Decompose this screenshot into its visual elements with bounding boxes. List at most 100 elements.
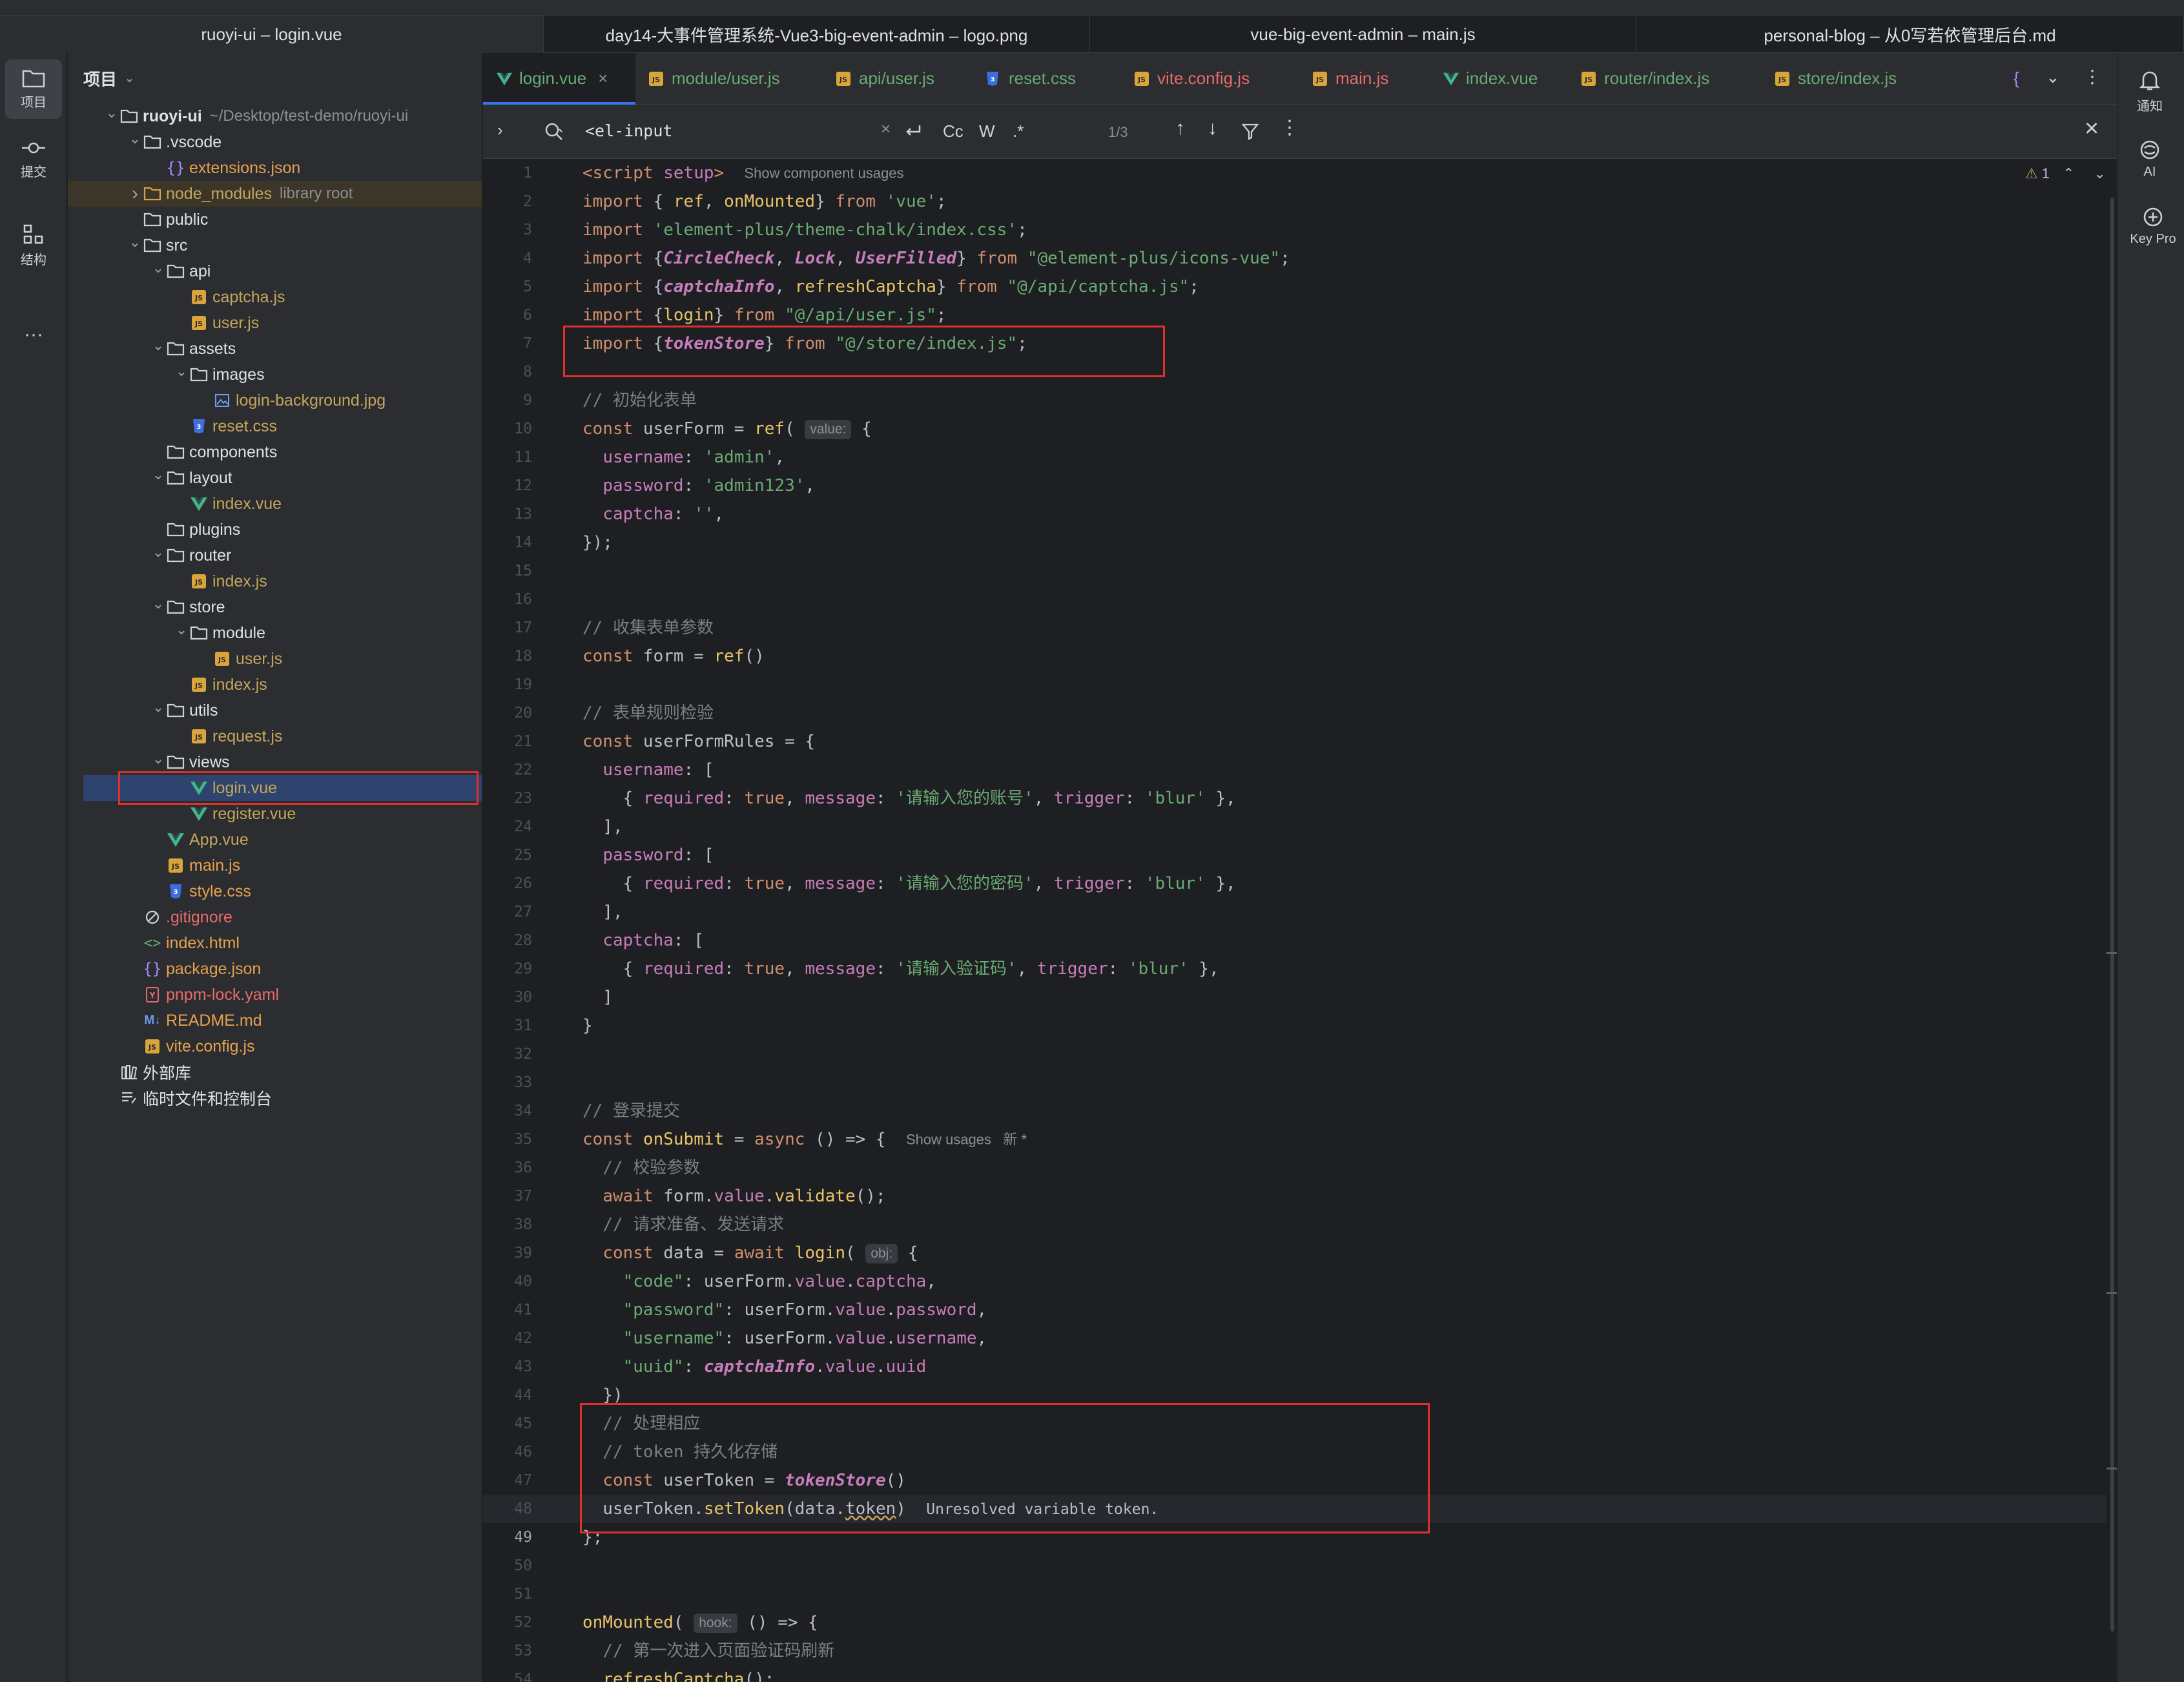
project-panel-header[interactable]: 项目 ⌄ [68, 53, 482, 103]
tree-file[interactable]: M↓ README.md [68, 1008, 482, 1033]
tree-folder[interactable]: ⌄ assets [68, 336, 482, 362]
search-input[interactable]: <el-input [585, 121, 672, 140]
regex-toggle[interactable]: .* [1013, 121, 1024, 141]
search-icon[interactable] [544, 121, 566, 142]
warning-indicator[interactable]: ⚠ 1 ⌃ ⌄ [2025, 165, 2106, 182]
tree-item-label: reset.css [212, 417, 278, 435]
more-tabs-icon[interactable]: { [2014, 68, 2019, 88]
notifications-tool-button[interactable]: 通知 [2121, 62, 2178, 121]
editor-tab[interactable]: JS api/user.js [823, 53, 973, 105]
tree-file[interactable]: JS main.js [68, 853, 482, 878]
chevron-down-icon[interactable]: ⌄ [150, 694, 166, 720]
whole-words-toggle[interactable]: W [979, 121, 995, 141]
code-editor[interactable]: 1 2 3 4 5 6 7 8 9 10 11 12 13 14 15 16 17 18 19 20 21 22 23 24 2… [483, 159, 2117, 1682]
chevron-down-icon[interactable]: ⌄ [150, 746, 166, 772]
tree-item-label: 外部库 [143, 1064, 192, 1083]
line-number: 39 [514, 1245, 532, 1262]
chevron-down-icon[interactable]: ⌄ [174, 617, 189, 643]
chevron-down-icon[interactable]: ⌄ [127, 229, 143, 255]
inlay-hint[interactable]: Show component usages [744, 165, 903, 182]
chevron-down-icon[interactable]: ⌄ [174, 358, 189, 384]
inlay-hint[interactable]: Show usages 新 * [906, 1132, 1027, 1148]
chevron-down-icon[interactable]: ⌄ [150, 539, 166, 565]
clear-search-icon[interactable]: × [881, 119, 891, 139]
keypro-tool-button[interactable]: Key Pro [2121, 196, 2184, 256]
project-tool-button[interactable]: 项目 [5, 59, 62, 119]
tree-file[interactable]: 外部库 [68, 1059, 482, 1085]
tree-folder[interactable]: components [68, 439, 482, 465]
editor-scrollbar[interactable] [2107, 159, 2117, 1682]
tree-file[interactable]: JS index.js [68, 568, 482, 594]
tree-file[interactable]: JS user.js [68, 646, 482, 672]
tree-folder[interactable]: plugins [68, 517, 482, 543]
chevron-down-icon[interactable]: ⌄ [150, 462, 166, 488]
tree-folder[interactable]: › node_modules library root [68, 181, 482, 207]
ai-tool-button[interactable]: AI [2121, 129, 2178, 189]
editor-tab[interactable]: JS router/index.js [1568, 53, 1762, 105]
tree-folder[interactable]: ⌄ ruoyi-ui ~/Desktop/test-demo/ruoyi-ui [68, 103, 482, 129]
editor-tab[interactable]: JS store/index.js [1762, 53, 1953, 105]
tree-folder[interactable]: ⌄ store [68, 594, 482, 620]
filter-icon[interactable] [1241, 123, 1259, 141]
tree-folder[interactable]: ⌄ images [68, 362, 482, 388]
tree-folder[interactable]: ⌄ .vscode [68, 129, 482, 155]
tree-file[interactable]: index.vue [68, 491, 482, 517]
chevron-down-icon[interactable]: ⌄ [150, 333, 166, 358]
tree-file[interactable]: App.vue [68, 827, 482, 853]
tree-file[interactable]: 临时文件和控制台 [68, 1085, 482, 1111]
tree-file[interactable]: {} package.json [68, 956, 482, 982]
match-case-toggle[interactable]: Cc [943, 121, 963, 141]
editor-tab[interactable]: index.vue [1430, 53, 1568, 105]
next-occurrence-icon[interactable]: ↓ [1208, 118, 1217, 140]
previous-highlight-icon[interactable]: ⌃ [2063, 165, 2074, 182]
editor-tab[interactable]: 3 reset.css [973, 53, 1121, 105]
commit-tool-button[interactable]: 提交 [5, 129, 62, 189]
tree-folder[interactable]: ⌄ layout [68, 465, 482, 491]
chevron-down-icon[interactable]: ⌄ [127, 126, 143, 152]
chevron-down-icon[interactable]: ⌄ [150, 591, 166, 617]
tree-folder[interactable]: ⌄ router [68, 543, 482, 568]
tree-file[interactable]: JS vite.config.js [68, 1033, 482, 1059]
chevron-down-icon[interactable]: ⌄ [150, 255, 166, 281]
tree-folder[interactable]: ⌄ api [68, 258, 482, 284]
next-highlight-icon[interactable]: ⌄ [2094, 165, 2105, 182]
editor-tab[interactable]: login.vue × [483, 52, 635, 105]
tree-file[interactable]: register.vue [68, 801, 482, 827]
tree-file[interactable]: .gitignore [68, 904, 482, 930]
code-line: import {captchaInfo, refreshCaptcha} fro… [582, 273, 1199, 301]
tree-file[interactable]: Ypnpm-lock.yaml [68, 982, 482, 1008]
chevron-right-icon[interactable]: › [127, 181, 143, 207]
tree-file[interactable]: {} extensions.json [68, 155, 482, 181]
scrollbar-thumb[interactable] [2110, 198, 2114, 1632]
editor-tab[interactable]: JS main.js [1299, 53, 1430, 105]
tree-file[interactable]: JS index.js [68, 672, 482, 698]
editor-tab[interactable]: JS module/user.js [635, 53, 823, 105]
tree-folder[interactable]: public [68, 207, 482, 233]
tree-file[interactable]: <> index.html [68, 930, 482, 956]
close-icon[interactable]: × [2085, 115, 2099, 143]
tree-file[interactable]: 3 style.css [68, 878, 482, 904]
previous-occurrence-icon[interactable]: ↑ [1175, 118, 1185, 140]
tree-folder[interactable]: ⌄ src [68, 233, 482, 258]
chevron-down-icon[interactable]: ⌄ [2046, 67, 2060, 87]
editor-tab[interactable]: JS vite.config.js [1121, 53, 1299, 105]
window-tab[interactable]: ruoyi-ui – login.vue [0, 16, 544, 53]
tree-file[interactable]: JS user.js [68, 310, 482, 336]
tree-file[interactable]: JS request.js [68, 723, 482, 749]
window-tab[interactable]: personal-blog – 从0写若依管理后台.md [1636, 16, 2184, 53]
find-options-icon[interactable]: ⋮ [1280, 116, 1299, 139]
new-line-icon[interactable] [904, 123, 923, 141]
window-tab[interactable]: day14-大事件管理系统-Vue3-big-event-admin – log… [544, 16, 1090, 53]
structure-tool-button[interactable]: 结构 [5, 216, 62, 275]
chevron-down-icon[interactable]: ⌄ [104, 100, 119, 126]
tree-file[interactable]: login-background.jpg [68, 388, 482, 413]
tree-file[interactable]: JS captcha.js [68, 284, 482, 310]
tree-file[interactable]: 3 reset.css [68, 413, 482, 439]
more-tools-button[interactable]: ··· [5, 305, 62, 364]
expand-replace-icon[interactable]: › [497, 120, 503, 140]
close-tab-icon[interactable]: × [598, 68, 608, 88]
window-tab[interactable]: vue-big-event-admin – main.js [1090, 16, 1636, 53]
tab-options-icon[interactable]: ⋮ [2083, 66, 2101, 87]
tree-folder[interactable]: ⌄ utils [68, 698, 482, 723]
tree-folder[interactable]: ⌄ module [68, 620, 482, 646]
